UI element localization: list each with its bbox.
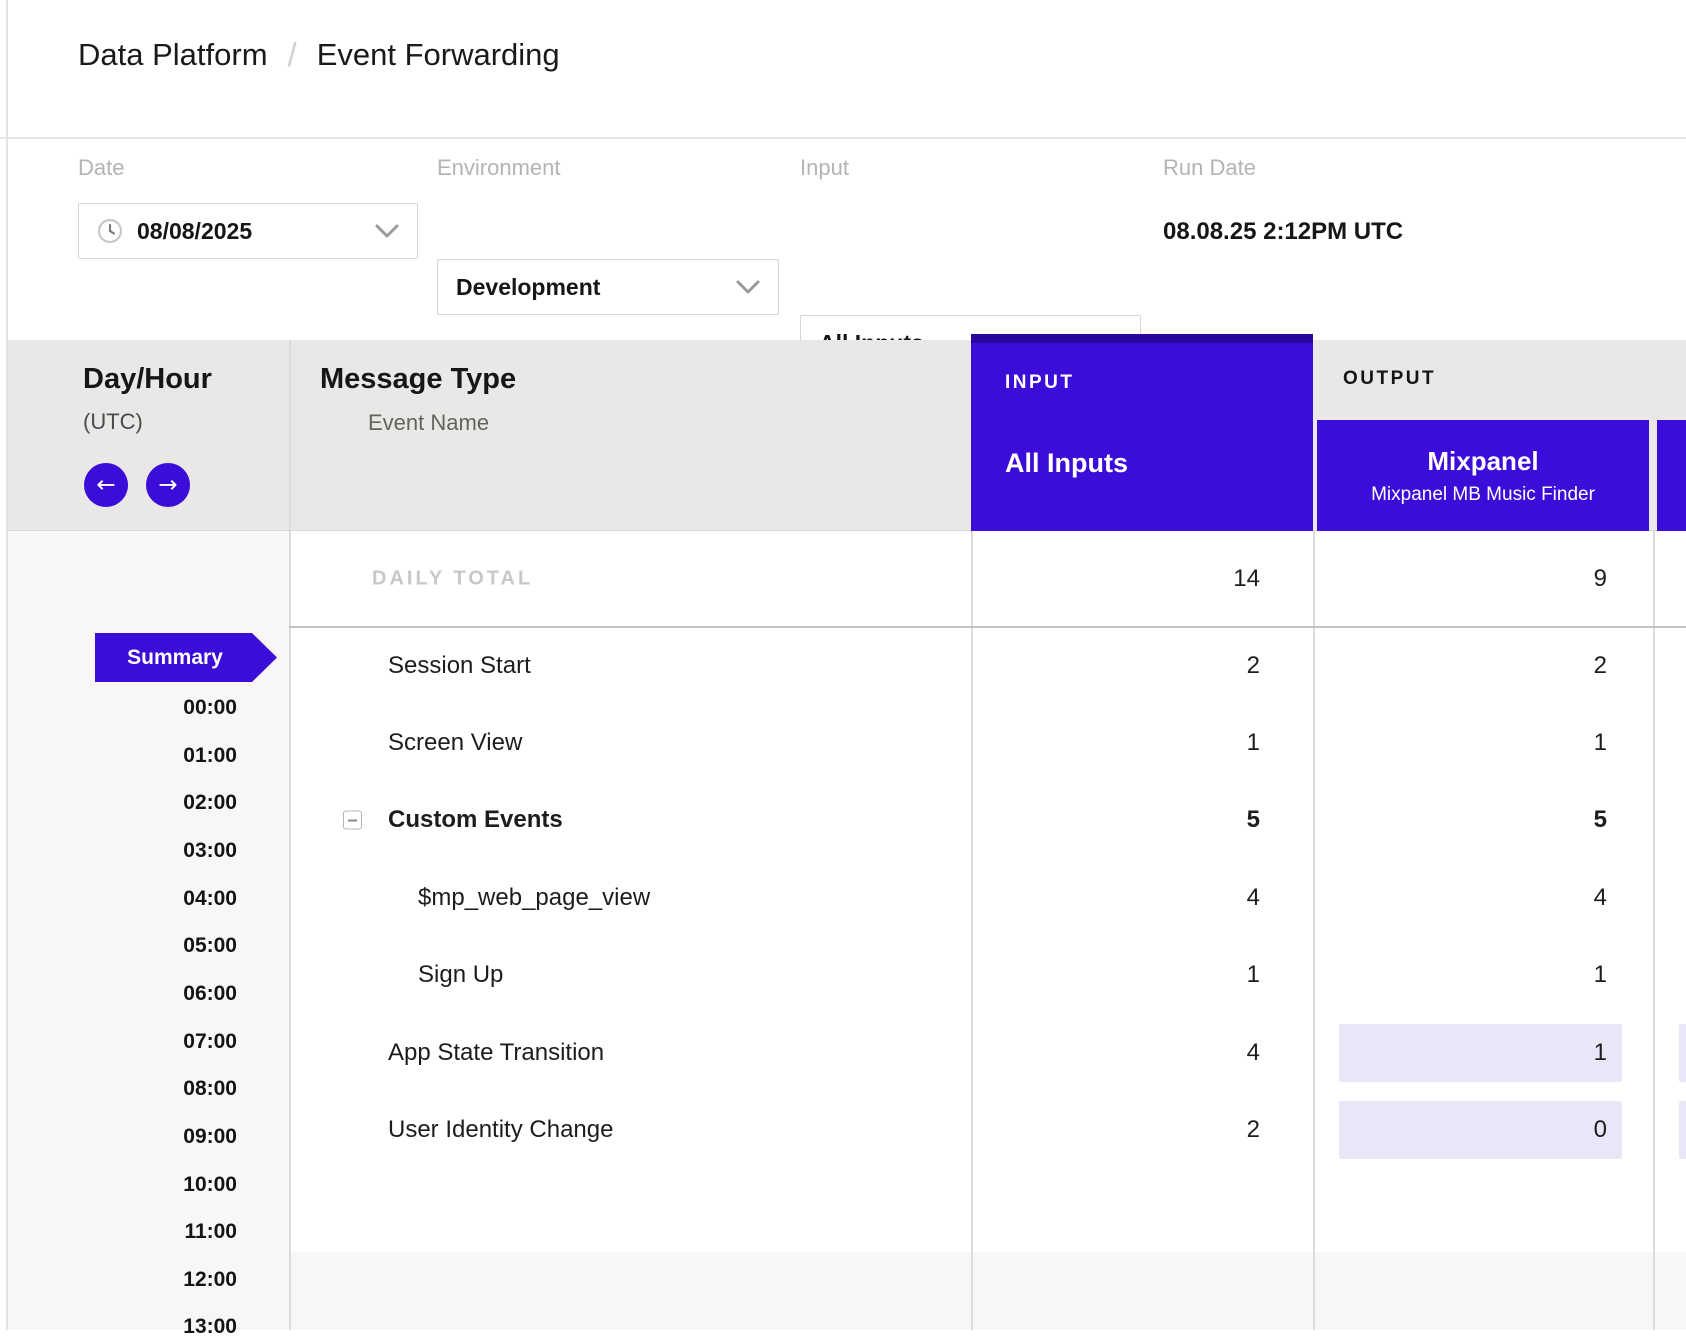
arrow-right-icon: → <box>158 472 177 498</box>
hour-row-1100[interactable]: 11:00 <box>7 1219 237 1245</box>
event-rows: Session Start 2 2 Screen View 1 1 Custom… <box>289 627 1686 1169</box>
table-row-app-state-transition[interactable]: App State Transition 4 1 <box>289 1014 1686 1091</box>
row-output-value: 1 <box>1594 1039 1607 1067</box>
next-day-button[interactable]: → <box>146 463 190 507</box>
output-column-header-mixpanel[interactable]: Mixpanel Mixpanel MB Music Finder <box>1317 420 1649 531</box>
row-label: User Identity Change <box>388 1116 613 1144</box>
row-label: Sign Up <box>418 961 503 989</box>
hour-row-0600[interactable]: 06:00 <box>7 981 237 1007</box>
grid-line-output <box>1653 531 1655 1330</box>
collapse-toggle-icon[interactable] <box>343 811 362 830</box>
row-label: Screen View <box>388 729 522 757</box>
output-section-label: OUTPUT <box>1343 368 1436 390</box>
hour-row-0300[interactable]: 03:00 <box>7 838 237 864</box>
highlighted-cell-partial <box>1679 1024 1686 1082</box>
row-label: Session Start <box>388 652 531 680</box>
hour-row-0000[interactable]: 00:00 <box>7 695 237 721</box>
row-input-value: 1 <box>1247 729 1260 757</box>
row-input-value: 4 <box>1247 1039 1260 1067</box>
daily-total-output-value: 9 <box>1594 565 1607 593</box>
row-output-value: 5 <box>1594 806 1607 834</box>
summary-row-label: Summary <box>127 646 223 670</box>
chevron-down-icon <box>375 224 399 238</box>
grid-line-message <box>971 531 973 1330</box>
run-date-label: Run Date <box>1163 155 1256 181</box>
hour-row-0200[interactable]: 02:00 <box>7 790 237 816</box>
breadcrumb: Data Platform / Event Forwarding <box>78 36 560 74</box>
hour-row-0400[interactable]: 04:00 <box>7 886 237 912</box>
table-row-custom-events[interactable]: Custom Events 5 5 <box>289 782 1686 859</box>
header-divider <box>0 137 1686 139</box>
table-row-sign-up[interactable]: Sign Up 1 1 <box>289 937 1686 1014</box>
row-output-value: 1 <box>1594 961 1607 989</box>
row-input-value: 2 <box>1247 1116 1260 1144</box>
date-filter-label: Date <box>78 155 124 181</box>
row-input-value: 4 <box>1247 884 1260 912</box>
highlighted-cell <box>1339 1024 1622 1082</box>
message-type-column-subtitle: Event Name <box>368 410 489 436</box>
row-output-value: 2 <box>1594 652 1607 680</box>
arrow-left-icon: ← <box>96 472 115 498</box>
row-output-value: 0 <box>1594 1116 1607 1144</box>
input-column-header[interactable]: INPUT All Inputs <box>971 334 1313 531</box>
row-label: $mp_web_page_view <box>418 884 650 912</box>
hour-row-0900[interactable]: 09:00 <box>7 1124 237 1150</box>
table-row-session-start[interactable]: Session Start 2 2 <box>289 627 1686 704</box>
day-hour-column-title: Day/Hour <box>83 363 212 396</box>
hour-row-0100[interactable]: 01:00 <box>7 743 237 769</box>
clock-icon <box>97 218 123 244</box>
row-label: App State Transition <box>388 1039 604 1067</box>
environment-filter-value: Development <box>456 274 600 301</box>
hour-row-0800[interactable]: 08:00 <box>7 1076 237 1102</box>
table-row-user-identity-change[interactable]: User Identity Change 2 0 <box>289 1091 1686 1168</box>
environment-filter-dropdown[interactable]: Development <box>437 259 779 315</box>
row-input-value: 1 <box>1247 961 1260 989</box>
hour-row-1000[interactable]: 10:00 <box>7 1172 237 1198</box>
date-filter-dropdown[interactable]: 08/08/2025 <box>78 203 418 259</box>
input-column-selected-strip <box>971 334 1313 343</box>
breadcrumb-section[interactable]: Data Platform <box>78 37 268 73</box>
grid-line-daycol <box>289 340 291 1330</box>
daily-total-border <box>289 626 1686 628</box>
date-filter-value: 08/08/2025 <box>137 218 252 245</box>
message-type-column-title: Message Type <box>320 363 516 396</box>
grid-line-input <box>1313 531 1315 1330</box>
previous-day-button[interactable]: ← <box>84 463 128 507</box>
table-footer-background <box>7 1252 1686 1330</box>
daily-total-input-value: 14 <box>1233 565 1260 593</box>
day-hour-column-subtitle: (UTC) <box>83 409 143 435</box>
highlighted-cell <box>1339 1101 1622 1159</box>
environment-filter-label: Environment <box>437 155 561 181</box>
row-output-value: 4 <box>1594 884 1607 912</box>
table-row-screen-view[interactable]: Screen View 1 1 <box>289 704 1686 781</box>
hour-row-0700[interactable]: 07:00 <box>7 1029 237 1055</box>
hour-row-1200[interactable]: 12:00 <box>7 1267 237 1293</box>
breadcrumb-separator: / <box>288 36 297 74</box>
hour-row-1300[interactable]: 13:00 <box>7 1314 237 1340</box>
row-label: Custom Events <box>388 806 563 834</box>
page-title: Event Forwarding <box>317 37 560 73</box>
table-row-mp-web-page-view[interactable]: $mp_web_page_view 4 4 <box>289 859 1686 936</box>
output-connection-name: Mixpanel <box>1427 446 1538 477</box>
chevron-down-icon <box>736 280 760 294</box>
row-input-value: 5 <box>1247 806 1260 834</box>
input-section-label: INPUT <box>1005 372 1075 394</box>
input-filter-label: Input <box>800 155 849 181</box>
output-connection-subtitle: Mixpanel MB Music Finder <box>1371 484 1595 506</box>
daily-total-row: DAILY TOTAL 14 9 <box>289 531 1686 627</box>
output-column-header-partial[interactable] <box>1657 420 1686 531</box>
daily-total-label: DAILY TOTAL <box>372 568 533 591</box>
row-input-value: 2 <box>1247 652 1260 680</box>
row-output-value: 1 <box>1594 729 1607 757</box>
run-date-value: 08.08.25 2:12PM UTC <box>1163 218 1403 246</box>
summary-row-badge[interactable]: Summary <box>95 633 277 682</box>
highlighted-cell-partial <box>1679 1101 1686 1159</box>
input-column-name: All Inputs <box>1005 448 1128 479</box>
hour-row-0500[interactable]: 05:00 <box>7 933 237 959</box>
